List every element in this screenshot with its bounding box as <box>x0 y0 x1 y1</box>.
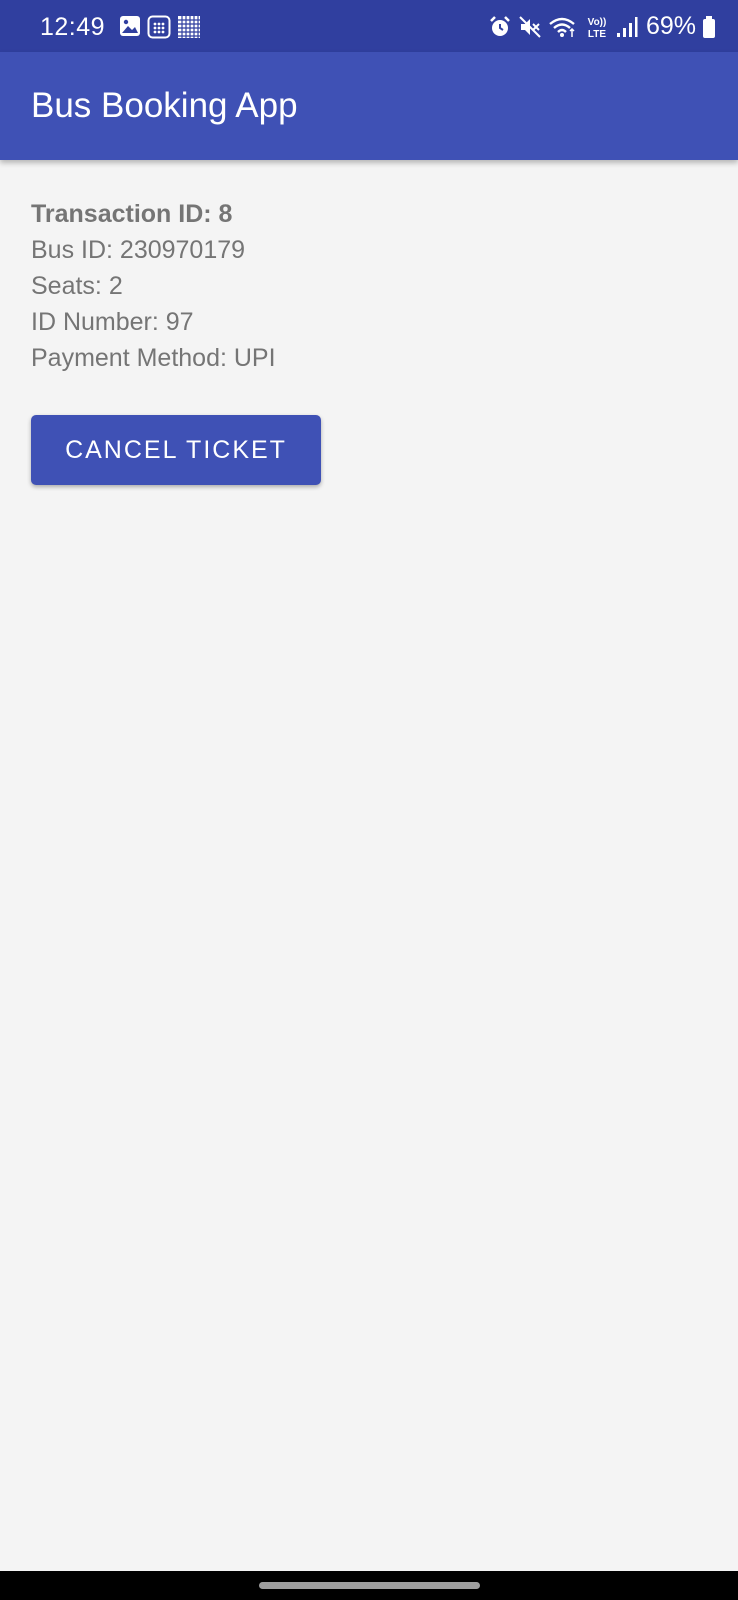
battery-icon <box>702 15 716 39</box>
status-left-icons <box>119 15 201 39</box>
id-number: ID Number: 97 <box>31 308 194 336</box>
sim-card-icon <box>147 15 171 39</box>
battery-percentage: 69% <box>645 12 696 40</box>
image-icon <box>119 15 141 39</box>
volte-icon: Vo)) LTE <box>584 14 610 40</box>
transaction-id: Transaction ID: 8 <box>31 200 233 228</box>
ticket-details: Transaction ID: 8 Bus ID: 230970179 Seat… <box>31 196 276 376</box>
status-right-icons: Vo)) LTE 69% <box>488 12 716 41</box>
navigation-bar <box>0 1571 738 1600</box>
signal-icon <box>616 15 638 39</box>
mute-icon <box>518 15 542 39</box>
bus-id: Bus ID: 230970179 <box>31 236 246 264</box>
volte-label-top: Vo)) <box>588 17 607 28</box>
volte-label-bottom: LTE <box>588 29 606 40</box>
payment-method: Payment Method: UPI <box>31 344 276 372</box>
app-title: Bus Booking App <box>31 86 298 125</box>
wifi-icon <box>548 15 578 39</box>
grid-icon <box>177 15 201 39</box>
alarm-icon <box>488 15 512 39</box>
status-time: 12:49 <box>40 13 106 41</box>
home-gesture-handle[interactable] <box>259 1582 480 1589</box>
seats: Seats: 2 <box>31 272 123 300</box>
cancel-ticket-button[interactable]: CANCEL TICKET <box>31 415 321 485</box>
status-bar: 12:49 Vo)) LTE 69% <box>0 0 738 52</box>
app-bar: Bus Booking App <box>0 52 738 160</box>
